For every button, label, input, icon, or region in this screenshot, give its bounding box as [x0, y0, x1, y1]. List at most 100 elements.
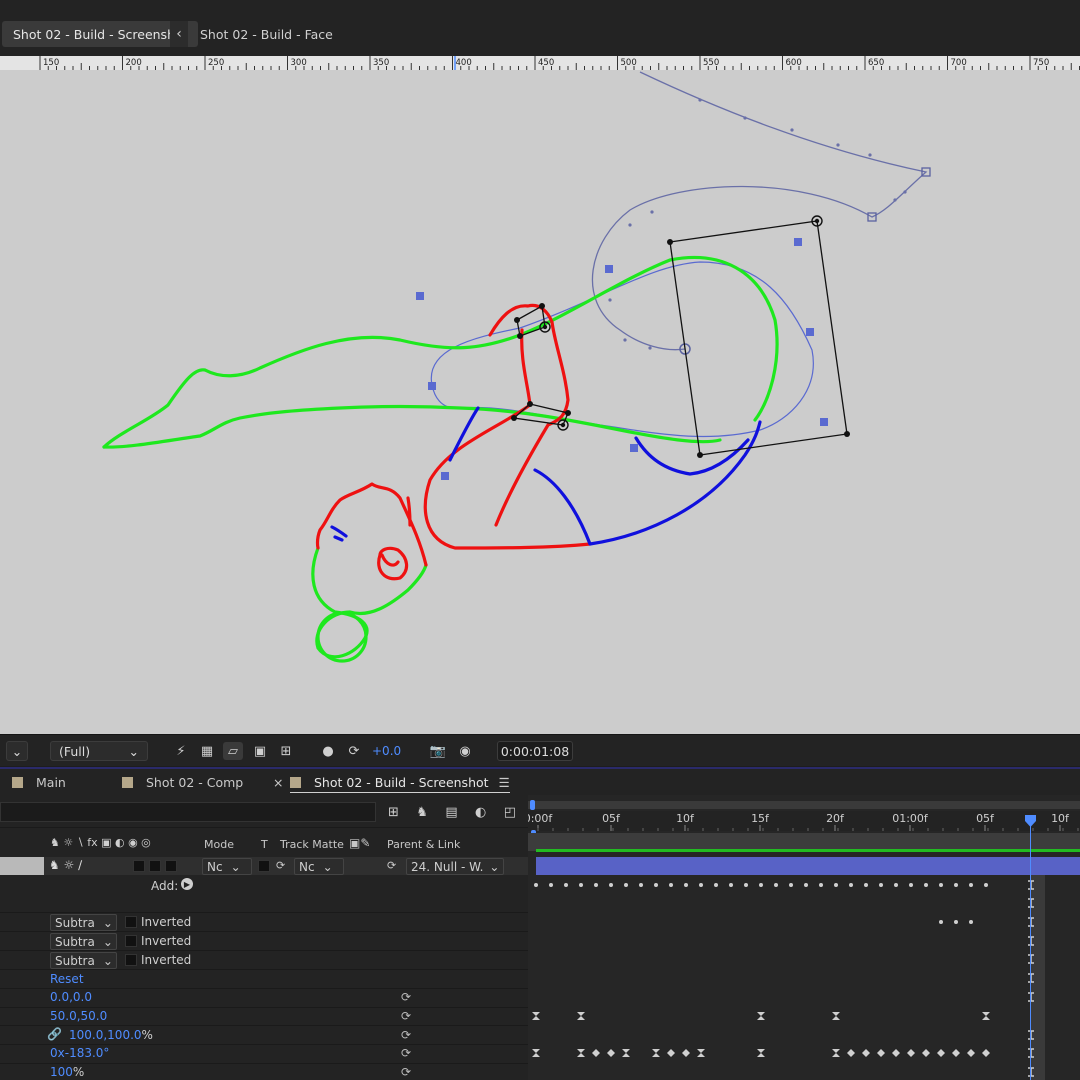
keyframe-dot [789, 883, 793, 887]
ruler-tick-label: 550 [703, 58, 719, 68]
track-matte-dropdown[interactable]: Nc ⌄ [294, 858, 344, 875]
tab-shot02-build-face[interactable]: Shot 02 - Build - Face [200, 21, 333, 47]
keyframe-diamond [952, 1049, 960, 1057]
layer-label-color[interactable] [0, 857, 44, 875]
tab-shot02-build-screenshot[interactable]: Shot 02 - Build - Screenshot [2, 21, 198, 47]
ruler-tick-label: 400 [456, 58, 472, 68]
ruler-tick-label: 700 [951, 58, 967, 68]
playhead-line[interactable] [1030, 815, 1031, 1080]
keyframe-dot [729, 883, 733, 887]
viewer-artwork [102, 71, 931, 663]
expression-pickwhip-icon[interactable]: ⟳ [401, 1065, 411, 1079]
mask-inverted-checkbox[interactable] [125, 935, 137, 947]
shy-layers-icon[interactable]: ♞ [416, 805, 428, 821]
current-time-display[interactable]: 0:00:01:08 [497, 741, 573, 761]
mask-path-visibility-icon[interactable]: ▱ [223, 742, 243, 760]
keyframe-dot [654, 883, 658, 887]
color-channels-icon[interactable]: ● [318, 742, 338, 760]
keyframe-dot [954, 883, 958, 887]
add-label: Add: [151, 879, 179, 893]
layer-mode-dropdown[interactable]: Nc ⌄ [202, 858, 252, 875]
keyframe-track[interactable] [528, 795, 1080, 1080]
ruler-tick-label: 350 [373, 58, 389, 68]
expression-pickwhip-icon[interactable]: ⟳ [401, 990, 411, 1004]
ruler-tick-label: 150 [43, 58, 59, 68]
keyframe-dot [744, 883, 748, 887]
timeline-tracks[interactable]: 0:00f05f10f15f20f01:00f05f10f [528, 795, 1080, 1080]
resolution-dropdown[interactable]: (Full) ⌄ [50, 741, 148, 761]
layer-checkbox[interactable] [165, 860, 177, 872]
chevron-left-icon[interactable]: ‹ [170, 21, 188, 47]
layer-checkbox[interactable] [133, 860, 145, 872]
chevron-down-icon: ⌄ [11, 743, 23, 759]
timeline-switches: ⊞ ♞ ▤ ◐ ◰ [388, 805, 516, 821]
keyframe-diamond [982, 1049, 990, 1057]
fast-previews-icon[interactable]: ⚡ [171, 742, 191, 760]
layer-switch-icons[interactable]: ♞ ☼ ∕ [49, 858, 82, 872]
scale-unit: % [141, 1028, 153, 1042]
keyframe-dot [699, 883, 703, 887]
keyframe-hold [697, 1049, 705, 1057]
mask-inverted-checkbox[interactable] [125, 954, 137, 966]
show-snapshot-icon[interactable]: ◉ [455, 742, 475, 760]
layer-search-input[interactable] [0, 802, 376, 822]
tab-shot02-comp[interactable]: Shot 02 - Comp [122, 775, 243, 790]
mask-mode-dropdown[interactable]: Subtra ⌄ [50, 914, 117, 931]
grid-guides-icon[interactable]: ⊞ [276, 742, 296, 760]
reset-transform-link[interactable]: Reset [50, 972, 84, 986]
ruler-tick-label: 300 [291, 58, 307, 68]
scale-value[interactable]: 100.0,100.0 [69, 1028, 142, 1042]
panel-menu-icon[interactable]: ☰ [499, 775, 510, 790]
exposure-value[interactable]: +0.0 [372, 744, 401, 758]
graph-editor-icon[interactable]: ◰ [504, 805, 516, 821]
keyframe-dot [969, 920, 973, 924]
ruler-tick-label: 600 [786, 58, 802, 68]
mask-inverted-label: Inverted [141, 934, 192, 948]
ruler-tick-label: 250 [208, 58, 224, 68]
matte-link-icon[interactable]: ⟳ [276, 859, 285, 872]
transparency-grid-icon[interactable]: ▦ [197, 742, 217, 760]
keyframe-dot [909, 883, 913, 887]
keyframe-hold [757, 1049, 765, 1057]
anchor-point-value[interactable]: 0.0,0.0 [50, 990, 92, 1004]
viewer-options-dropdown[interactable]: ⌄ [6, 741, 28, 761]
ruler-tick-label: 750 [1033, 58, 1049, 68]
position-value[interactable]: 50.0,50.0 [50, 1009, 107, 1023]
keyframe-dot [774, 883, 778, 887]
snapshot-camera-icon[interactable]: 📷 [428, 742, 448, 760]
preserve-transparency-checkbox[interactable] [258, 860, 270, 872]
motion-blur-icon[interactable]: ◐ [475, 805, 486, 821]
mask-mode-dropdown[interactable]: Subtra ⌄ [50, 952, 117, 969]
ruler-tick-label: 450 [538, 58, 554, 68]
composition-viewer[interactable] [0, 70, 1080, 734]
expression-pickwhip-icon[interactable]: ⟳ [401, 1009, 411, 1023]
keyframe-diamond [682, 1049, 690, 1057]
comp-swatch-icon [290, 777, 301, 788]
constrain-proportions-link-icon[interactable]: 🔗 [47, 1027, 62, 1041]
region-of-interest-icon[interactable]: ▣ [250, 742, 270, 760]
draft-3d-icon[interactable]: ⊞ [388, 805, 399, 821]
reset-exposure-icon[interactable]: ⟳ [344, 742, 364, 760]
add-property-icon[interactable]: ▶ [181, 878, 193, 890]
keyframe-dot [714, 883, 718, 887]
opacity-value[interactable]: 100 [50, 1065, 73, 1079]
keyframe-marker [1028, 992, 1034, 1002]
tab-shot02-build-screenshot[interactable]: Shot 02 - Build - Screenshot ☰ [290, 775, 510, 793]
layer-checkbox[interactable] [149, 860, 161, 872]
rotation-value[interactable]: 0x-183.0° [50, 1046, 109, 1060]
frame-blending-icon[interactable]: ▤ [445, 805, 457, 821]
comp-swatch-icon [12, 777, 23, 788]
mask-inverted-checkbox[interactable] [125, 916, 137, 928]
close-tab-button[interactable]: × [273, 775, 283, 790]
opacity-unit: % [72, 1065, 85, 1079]
pick-whip-icon[interactable]: ⟳ [387, 859, 396, 872]
ruler-tick-label: 650 [868, 58, 884, 68]
keyframe-marker [1028, 880, 1034, 890]
parent-dropdown[interactable]: 24. Null - W. ⌄ [406, 858, 504, 875]
mask-mode-dropdown[interactable]: Subtra ⌄ [50, 933, 117, 950]
tab-main[interactable]: Main [12, 775, 66, 790]
keyframe-dot [549, 883, 553, 887]
motion-path-keyframes [608, 98, 907, 350]
expression-pickwhip-icon[interactable]: ⟳ [401, 1028, 411, 1042]
expression-pickwhip-icon[interactable]: ⟳ [401, 1046, 411, 1060]
